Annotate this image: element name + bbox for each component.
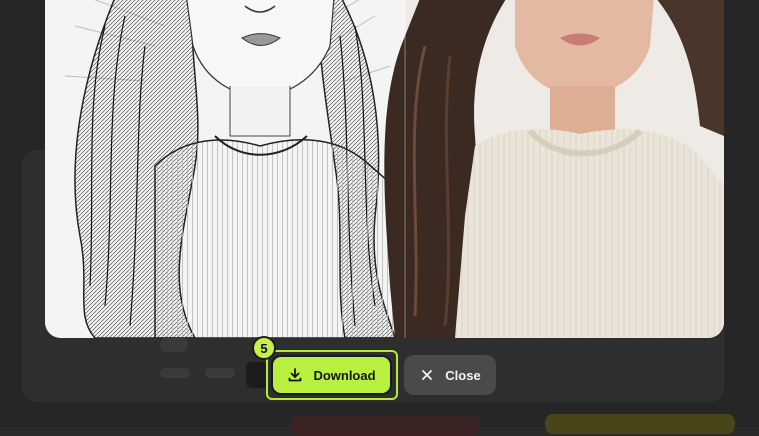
background-button	[290, 416, 480, 436]
close-icon	[419, 367, 435, 383]
close-button[interactable]: Close	[404, 355, 496, 395]
background-chip	[205, 368, 235, 378]
step-number-badge: 5	[252, 336, 276, 360]
background-chip	[246, 362, 268, 388]
download-label: Download	[313, 367, 376, 383]
download-icon	[287, 367, 303, 383]
background-chip	[160, 338, 188, 352]
before-after-preview-image	[45, 0, 724, 338]
download-button[interactable]: Download	[271, 355, 392, 395]
background-button	[545, 414, 735, 434]
background-chip	[160, 368, 190, 378]
close-label: Close	[445, 367, 481, 383]
